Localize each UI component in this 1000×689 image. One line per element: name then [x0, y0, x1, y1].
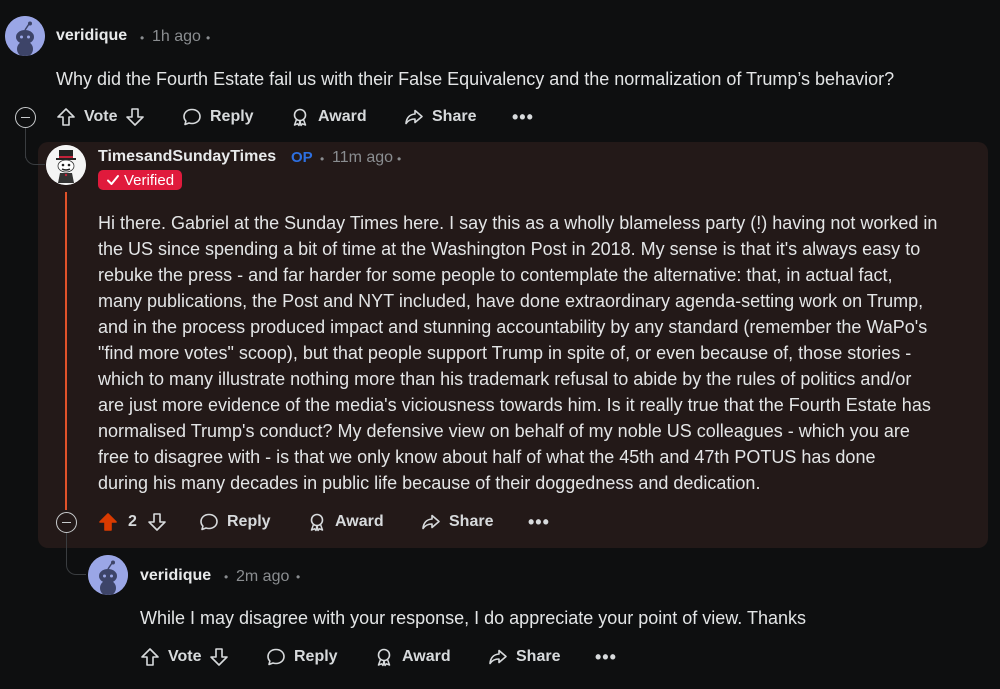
comment-body: Hi there. Gabriel at the Sunday Times he…: [98, 210, 983, 496]
more-options-button[interactable]: •••: [512, 107, 534, 128]
snoo-gentleman-avatar-icon: [46, 145, 86, 185]
more-options-button[interactable]: •••: [595, 647, 617, 668]
reply-button[interactable]: Reply: [182, 107, 254, 127]
checkmark-icon: [107, 175, 119, 185]
share-arrow-icon: [488, 647, 508, 667]
comment-time[interactable]: 2m ago: [236, 568, 289, 586]
share-arrow-icon: [421, 512, 441, 532]
award-label: Award: [402, 648, 451, 665]
separator-dot: •: [206, 31, 211, 45]
comment-line: during his many decades in public life b…: [98, 473, 761, 493]
avatar[interactable]: [46, 145, 86, 185]
speech-bubble-icon: [199, 512, 219, 532]
comment-line: are just more evidence of the media's vi…: [98, 395, 931, 415]
share-button[interactable]: Share: [404, 107, 476, 127]
reply-button[interactable]: Reply: [199, 512, 271, 532]
minus-icon: [21, 116, 30, 119]
comment-line: "find more votes" scoop), but that peopl…: [98, 343, 912, 363]
award-label: Award: [335, 513, 384, 530]
collapse-thread-button[interactable]: [56, 512, 77, 533]
vote-group: Vote: [140, 647, 229, 667]
vote-label: Vote: [84, 108, 118, 125]
speech-bubble-icon: [266, 647, 286, 667]
vote-count: 2: [128, 513, 137, 530]
thread-line-highlighted: [65, 192, 67, 510]
arrow-up-icon[interactable]: [140, 647, 160, 667]
avatar[interactable]: [5, 16, 45, 56]
arrow-up-icon[interactable]: [56, 107, 76, 127]
comment-line: the US since spending a bit of time at t…: [98, 239, 921, 259]
share-label: Share: [516, 648, 561, 665]
comment-author[interactable]: TimesandSundayTimes: [98, 148, 276, 166]
separator-dot: •: [224, 570, 229, 584]
separator-dot: •: [140, 31, 145, 45]
award-ribbon-icon: [307, 512, 327, 532]
award-button[interactable]: Award: [290, 107, 367, 127]
comment-body: Why did the Fourth Estate fail us with t…: [56, 69, 895, 89]
award-button[interactable]: Award: [374, 647, 451, 667]
separator-dot: •: [397, 152, 402, 166]
verified-badge: Verified: [98, 170, 183, 190]
speech-bubble-icon: [182, 107, 202, 127]
separator-dot: •: [296, 570, 301, 584]
comment-author[interactable]: veridique: [140, 567, 211, 585]
verified-label: Verified: [124, 171, 175, 189]
separator-dot: •: [320, 152, 325, 166]
op-badge: OP: [291, 149, 313, 166]
reply-label: Reply: [294, 648, 338, 665]
comment-line: which to many illustrate nothing more th…: [98, 369, 912, 389]
comment-line: and in the process produced impact and s…: [98, 317, 928, 337]
share-label: Share: [449, 513, 494, 530]
thread-connector: [66, 550, 86, 575]
award-button[interactable]: Award: [307, 512, 384, 532]
award-ribbon-icon: [290, 107, 310, 127]
comment-line: rebuke the press - and far harder for so…: [98, 265, 893, 285]
reply-button[interactable]: Reply: [266, 647, 338, 667]
comment-time[interactable]: 11m ago: [332, 149, 393, 167]
award-label: Award: [318, 108, 367, 125]
comment-line: free to disagree with - is that we only …: [98, 447, 876, 467]
comment-time[interactable]: 1h ago: [152, 28, 201, 46]
arrow-down-icon[interactable]: [209, 647, 229, 667]
minus-icon: [62, 521, 71, 524]
reply-label: Reply: [227, 513, 271, 530]
comment-author[interactable]: veridique: [56, 27, 127, 45]
vote-group: Vote: [56, 107, 145, 127]
arrow-up-filled-icon[interactable]: [98, 512, 118, 532]
avatar[interactable]: [88, 555, 128, 595]
snoo-avatar-icon: [88, 555, 128, 595]
vote-label: Vote: [168, 648, 202, 665]
vote-group: 2: [98, 512, 167, 532]
more-options-button[interactable]: •••: [528, 512, 550, 533]
reply-label: Reply: [210, 108, 254, 125]
comment-line: many publications, the Post and NYT incl…: [98, 291, 924, 311]
thread-connector: [25, 143, 45, 165]
share-label: Share: [432, 108, 477, 125]
collapse-thread-button[interactable]: [15, 107, 36, 128]
share-button[interactable]: Share: [488, 647, 560, 667]
share-arrow-icon: [404, 107, 424, 127]
arrow-down-icon[interactable]: [147, 512, 167, 532]
comment-line: normalised Trump's conduct? My defensive…: [98, 421, 910, 441]
comment-body: While I may disagree with your response,…: [140, 608, 807, 628]
comment-line: Hi there. Gabriel at the Sunday Times he…: [98, 213, 938, 233]
share-button[interactable]: Share: [421, 512, 493, 532]
arrow-down-icon[interactable]: [125, 107, 145, 127]
snoo-avatar-icon: [5, 16, 45, 56]
award-ribbon-icon: [374, 647, 394, 667]
